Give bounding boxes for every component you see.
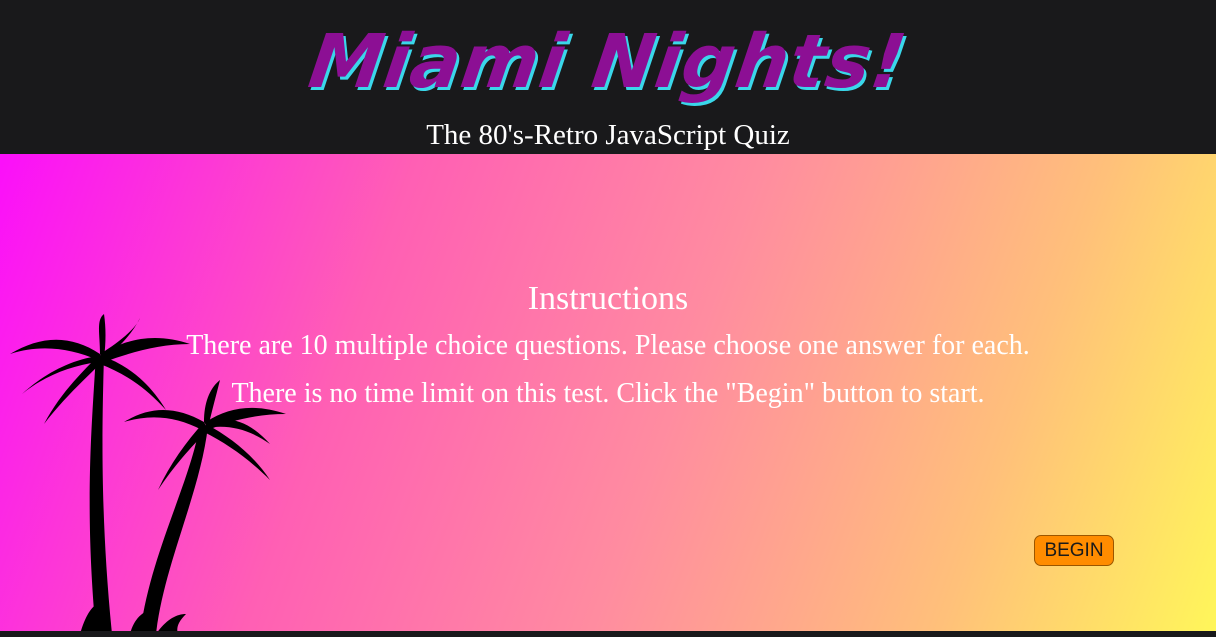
page-subtitle: The 80's-Retro JavaScript Quiz xyxy=(426,119,790,151)
instructions-text-line-1: There are 10 multiple choice questions. … xyxy=(186,330,1030,361)
begin-button[interactable]: BEGIN xyxy=(1034,535,1114,566)
instructions-text-line-2: There is no time limit on this test. Cli… xyxy=(231,378,985,409)
logo-title: Miami Nights! xyxy=(303,19,913,105)
instructions-heading: Instructions xyxy=(527,280,689,317)
header: Miami Nights! The 80's-Retro JavaScript … xyxy=(0,0,1216,154)
main-panel: Instructions There are 10 multiple choic… xyxy=(0,154,1216,631)
footer-bar xyxy=(0,631,1216,637)
